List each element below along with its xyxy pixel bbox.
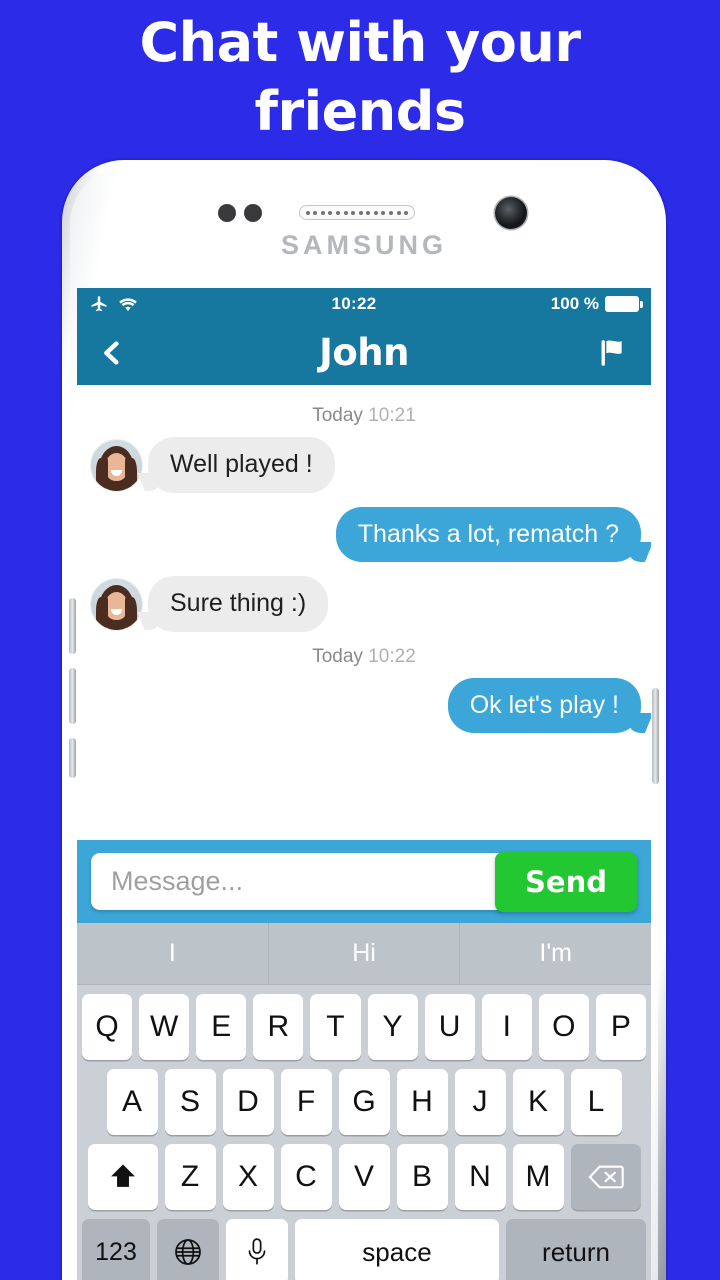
- message-bubble-outgoing[interactable]: Ok let's play !: [447, 677, 641, 733]
- key-g[interactable]: G: [338, 1069, 390, 1135]
- back-chevron-icon[interactable]: [97, 338, 127, 368]
- message-bubble-outgoing[interactable]: Thanks a lot, rematch ?: [335, 506, 641, 562]
- key-p[interactable]: P: [595, 994, 646, 1060]
- promo-headline: Chat with your friends: [0, 8, 720, 146]
- key-q[interactable]: Q: [82, 994, 133, 1060]
- power-button[interactable]: [652, 688, 659, 784]
- timestamp-time: 10:22: [368, 645, 416, 667]
- message-bubble-incoming[interactable]: Sure thing :): [148, 576, 329, 632]
- phone-mockup: SAMSUNG 10:22 100 % John Today 10:21 Wel…: [62, 160, 666, 1280]
- message-row[interactable]: Ok let's play !: [77, 677, 651, 733]
- keyboard-row-2: A S D F G H J K L: [77, 1060, 651, 1135]
- status-bar: 10:22 100 %: [77, 288, 651, 320]
- key-return[interactable]: return: [506, 1219, 646, 1280]
- device-top-bezel: SAMSUNG: [70, 168, 658, 288]
- suggestion-chip[interactable]: I'm: [460, 923, 651, 984]
- earpiece-speaker-icon: [299, 205, 415, 220]
- status-bar-right: 100 %: [499, 294, 643, 314]
- battery-percent-label: 100 %: [550, 294, 599, 313]
- phone-screen: 10:22 100 % John Today 10:21 Well played…: [77, 288, 651, 1280]
- front-camera-icon: [495, 197, 527, 229]
- key-s[interactable]: S: [164, 1069, 216, 1135]
- headline-line-2: friends: [254, 80, 467, 144]
- headline-line-1: Chat with your: [139, 11, 581, 74]
- message-row[interactable]: Well played !: [77, 437, 651, 493]
- wifi-icon: [118, 295, 138, 313]
- key-l[interactable]: L: [570, 1069, 622, 1135]
- keyboard-row-4: 123 space return: [77, 1210, 651, 1280]
- message-row[interactable]: Sure thing :): [77, 576, 651, 632]
- key-d[interactable]: D: [222, 1069, 274, 1135]
- key-t[interactable]: T: [310, 994, 361, 1060]
- timestamp-time: 10:21: [368, 405, 416, 426]
- key-i[interactable]: I: [481, 994, 532, 1060]
- key-w[interactable]: W: [139, 994, 190, 1060]
- key-x[interactable]: X: [222, 1144, 274, 1210]
- message-input[interactable]: Message...: [91, 853, 503, 910]
- timestamp-day: Today: [312, 645, 363, 667]
- key-a[interactable]: A: [106, 1069, 158, 1135]
- proximity-sensor-icon: [218, 204, 236, 222]
- avatar: [91, 439, 142, 491]
- light-sensor-icon: [244, 204, 262, 222]
- key-n[interactable]: N: [454, 1144, 506, 1210]
- volume-up-button[interactable]: [69, 598, 76, 654]
- airplane-icon: [89, 294, 109, 314]
- key-space[interactable]: space: [295, 1219, 499, 1280]
- status-bar-clock: 10:22: [331, 294, 377, 313]
- suggestion-bar: I Hi I'm: [77, 923, 651, 985]
- device-brand-label: SAMSUNG: [280, 230, 447, 260]
- suggestion-chip[interactable]: I: [77, 923, 269, 984]
- battery-full-icon: [605, 296, 643, 312]
- message-list[interactable]: Today 10:21 Well played ! Thanks a lot, …: [77, 385, 651, 840]
- flag-icon[interactable]: [597, 336, 631, 370]
- timestamp-day: Today: [312, 405, 363, 426]
- key-k[interactable]: K: [512, 1069, 564, 1135]
- shift-up-arrow-icon[interactable]: [87, 1144, 158, 1210]
- app-header-bar: John: [77, 320, 651, 385]
- key-c[interactable]: C: [280, 1144, 332, 1210]
- suggestion-chip[interactable]: Hi: [269, 923, 461, 984]
- key-h[interactable]: H: [396, 1069, 448, 1135]
- key-z[interactable]: Z: [164, 1144, 216, 1210]
- key-m[interactable]: M: [512, 1144, 564, 1210]
- key-r[interactable]: R: [253, 994, 304, 1060]
- page-title: John: [319, 331, 409, 374]
- status-bar-left: [89, 294, 209, 314]
- message-row[interactable]: Thanks a lot, rematch ?: [77, 506, 651, 562]
- timestamp-divider: Today 10:21: [77, 405, 651, 427]
- microphone-icon[interactable]: [226, 1219, 288, 1280]
- key-b[interactable]: B: [396, 1144, 448, 1210]
- key-e[interactable]: E: [196, 994, 247, 1060]
- key-y[interactable]: Y: [367, 994, 418, 1060]
- on-screen-keyboard: I Hi I'm Q W E R T Y U I O P A S D F G H…: [77, 923, 651, 1280]
- keyboard-row-3: Z X C V B N M: [77, 1135, 651, 1210]
- message-bubble-incoming[interactable]: Well played !: [148, 437, 335, 493]
- phone-frame-inner: SAMSUNG 10:22 100 % John Today 10:21 Wel…: [69, 168, 659, 1280]
- key-j[interactable]: J: [454, 1069, 506, 1135]
- key-o[interactable]: O: [538, 994, 589, 1060]
- send-button[interactable]: Send: [495, 851, 637, 912]
- avatar: [91, 578, 142, 630]
- key-v[interactable]: V: [338, 1144, 390, 1210]
- backspace-delete-icon[interactable]: [570, 1144, 641, 1210]
- message-composer: Message... Send: [77, 840, 651, 923]
- volume-down-button[interactable]: [69, 668, 76, 724]
- bixby-side-button[interactable]: [69, 738, 76, 778]
- key-f[interactable]: F: [280, 1069, 332, 1135]
- keyboard-row-1: Q W E R T Y U I O P: [77, 985, 651, 1060]
- timestamp-divider: Today 10:22: [77, 646, 651, 668]
- key-numbers[interactable]: 123: [82, 1219, 150, 1280]
- key-u[interactable]: U: [424, 994, 475, 1060]
- globe-language-icon[interactable]: [157, 1219, 219, 1280]
